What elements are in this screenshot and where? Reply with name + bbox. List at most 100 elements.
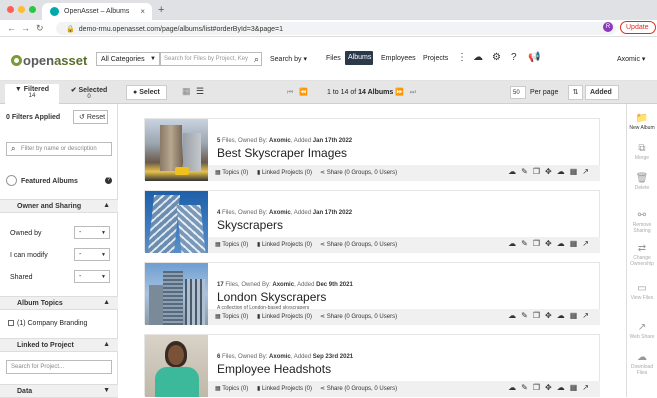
project-search-input[interactable]: Search for Project... — [6, 360, 112, 374]
album-thumbnail[interactable] — [145, 119, 208, 181]
close-window-icon[interactable] — [7, 6, 14, 13]
nav-albums[interactable]: Albums — [345, 51, 373, 65]
linked-projects-link[interactable]: ▮ Linked Projects (0) — [257, 169, 312, 176]
shared-select[interactable]: - ▼ — [74, 270, 110, 283]
share-link[interactable]: ⋖ Share (0 Groups, 0 Users) — [320, 169, 397, 176]
topics-link[interactable]: ▦ Topics (0) — [215, 169, 248, 176]
help-icon[interactable]: ? — [105, 177, 112, 184]
album-thumbnail[interactable] — [145, 263, 208, 325]
owner-sharing-section[interactable]: Owner and Sharing ▲ — [0, 199, 118, 213]
nav-employees[interactable]: Employees — [381, 55, 416, 62]
list-view-icon[interactable]: ☰ — [196, 86, 204, 97]
share-link[interactable]: ⋖ Share (0 Groups, 0 Users) — [320, 313, 397, 320]
data-section[interactable]: Data ▼ — [0, 384, 118, 398]
album-card[interactable]: 17 Files, Owned By: Axomic, Added Dec 9t… — [144, 262, 600, 325]
album-action-bar: ▦ Topics (0) ▮ Linked Projects (0) ⋖ Sha… — [208, 237, 600, 253]
gear-icon[interactable]: ⚙ — [492, 52, 501, 63]
maximize-window-icon[interactable] — [29, 6, 36, 13]
linked-project-section[interactable]: Linked to Project ▲ — [0, 338, 118, 352]
topics-link[interactable]: ▦ Topics (0) — [215, 313, 248, 320]
download-files-button[interactable]: ☁ Download Files — [627, 352, 657, 376]
album-title[interactable]: Skyscrapers — [217, 218, 283, 232]
chevron-up-icon: ▲ — [103, 202, 110, 209]
view-files-button[interactable]: ▭ View Files — [627, 283, 657, 301]
album-action-icons[interactable]: ☁✎❐✥☁▦↗ — [508, 383, 594, 392]
can-modify-select[interactable]: - ▼ — [74, 248, 110, 261]
linked-projects-link[interactable]: ▮ Linked Projects (0) — [257, 313, 312, 320]
tab-filtered[interactable]: ▼ Filtered 14 — [5, 84, 59, 104]
album-action-bar: ▦ Topics (0) ▮ Linked Projects (0) ⋖ Sha… — [208, 309, 600, 325]
user-menu[interactable]: Axomic ▾ — [617, 55, 645, 63]
back-icon[interactable]: ← — [7, 23, 16, 33]
nav-projects[interactable]: Projects — [423, 55, 448, 62]
delete-button[interactable]: 🗑 Delete — [627, 173, 657, 191]
external-link-icon: ↗ — [637, 322, 647, 333]
chevron-up-icon: ▲ — [103, 299, 110, 306]
linked-projects-link[interactable]: ▮ Linked Projects (0) — [257, 241, 312, 248]
checkbox-icon — [8, 320, 14, 326]
sort-direction-icon[interactable]: ⇅ — [568, 85, 583, 100]
topics-link[interactable]: ▦ Topics (0) — [215, 385, 248, 392]
topics-link[interactable]: ▦ Topics (0) — [215, 241, 248, 248]
filter-name-input[interactable]: ⌕ Filter by name or description — [6, 142, 112, 156]
file-search-input[interactable]: Search for Files by Project, Key ⌕ — [160, 52, 262, 66]
per-page-input[interactable]: 50 — [510, 86, 526, 99]
pagination-text: 1 to 14 of 14 Albums ⏩ ⏭ — [327, 89, 417, 96]
owned-by-select[interactable]: - ▼ — [74, 226, 110, 239]
sort-by-button[interactable]: Added — [585, 85, 619, 100]
new-album-button[interactable]: 📁 New Album — [627, 113, 657, 131]
per-page-label: Per page — [530, 89, 559, 96]
tab-title: OpenAsset – Albums — [64, 8, 130, 15]
change-owner-button[interactable]: ⇄ Change Ownership — [627, 243, 657, 267]
share-link[interactable]: ⋖ Share (0 Groups, 0 Users) — [320, 241, 397, 248]
more-vertical-icon[interactable]: ⋮ — [457, 52, 467, 63]
tab-selected[interactable]: ✔ Selected 0 — [62, 84, 116, 104]
album-title[interactable]: Employee Headshots — [217, 362, 331, 376]
trash-icon: 🗑 — [635, 173, 649, 184]
reset-button[interactable]: ↺ Reset — [73, 110, 108, 124]
star-icon — [6, 175, 17, 186]
album-card[interactable]: 6 Files, Owned By: Axomic, Added Sep 23r… — [144, 334, 600, 397]
close-tab-icon[interactable]: × — [140, 7, 145, 16]
url-field[interactable]: 🔒 demo-rmu.openasset.com/page/albums/list… — [56, 22, 616, 35]
minimize-window-icon[interactable] — [18, 6, 25, 13]
grid-view-icon[interactable]: ▦ — [182, 86, 191, 97]
merge-button[interactable]: ⧉ Merge — [627, 143, 657, 161]
album-action-icons[interactable]: ☁✎❐✥☁▦↗ — [508, 239, 594, 248]
album-title[interactable]: London Skyscrapers — [217, 290, 326, 304]
help-icon[interactable]: ? — [511, 52, 517, 63]
new-tab-icon[interactable]: + — [158, 4, 164, 16]
search-icon[interactable]: ⌕ — [254, 54, 259, 65]
album-topics-section[interactable]: Album Topics ▲ — [0, 296, 118, 310]
topic-checkbox[interactable]: (1) Company Branding — [8, 320, 87, 327]
megaphone-icon[interactable]: 📢 — [528, 52, 540, 63]
chevron-down-icon: ▼ — [101, 274, 106, 280]
web-share-button[interactable]: ↗ Web Share — [627, 322, 657, 340]
album-card[interactable]: 4 Files, Owned By: Axomic, Added Jan 17t… — [144, 190, 600, 253]
forward-icon[interactable]: → — [21, 23, 30, 33]
first-page-icon[interactable]: ⏮ ⏪ — [287, 88, 308, 97]
remove-sharing-button[interactable]: ⚯ Remove Sharing — [627, 210, 657, 234]
swap-icon: ⇄ — [637, 243, 647, 254]
url-text: demo-rmu.openasset.com/page/albums/list#… — [78, 26, 284, 33]
album-action-icons[interactable]: ☁✎❐✥☁▦↗ — [508, 167, 594, 176]
album-thumbnail[interactable] — [145, 191, 208, 253]
browser-tab[interactable]: OpenAsset – Albums × — [42, 3, 152, 20]
featured-albums-toggle[interactable]: Featured Albums — [6, 175, 78, 186]
search-by-dropdown[interactable]: Search by ▾ — [270, 55, 307, 63]
album-thumbnail[interactable] — [145, 335, 208, 397]
profile-avatar[interactable]: R — [603, 22, 613, 32]
select-button[interactable]: ● Select — [126, 85, 167, 100]
category-select[interactable]: All Categories ▼ — [96, 52, 160, 66]
nav-files[interactable]: Files — [326, 55, 341, 62]
update-button[interactable]: Update — [620, 21, 656, 34]
linked-projects-link[interactable]: ▮ Linked Projects (0) — [257, 385, 312, 392]
openasset-logo[interactable]: openasset — [11, 53, 87, 68]
share-link[interactable]: ⋖ Share (0 Groups, 0 Users) — [320, 385, 397, 392]
reload-icon[interactable]: ↻ — [36, 23, 44, 34]
album-title[interactable]: Best Skyscraper Images — [217, 146, 347, 160]
album-card[interactable]: 5 Files, Owned By: Axomic, Added Jan 17t… — [144, 118, 600, 181]
shared-label: Shared — [10, 274, 33, 281]
cloud-upload-icon[interactable]: ☁ — [473, 52, 483, 63]
album-action-icons[interactable]: ☁✎❐✥☁▦↗ — [508, 311, 594, 320]
